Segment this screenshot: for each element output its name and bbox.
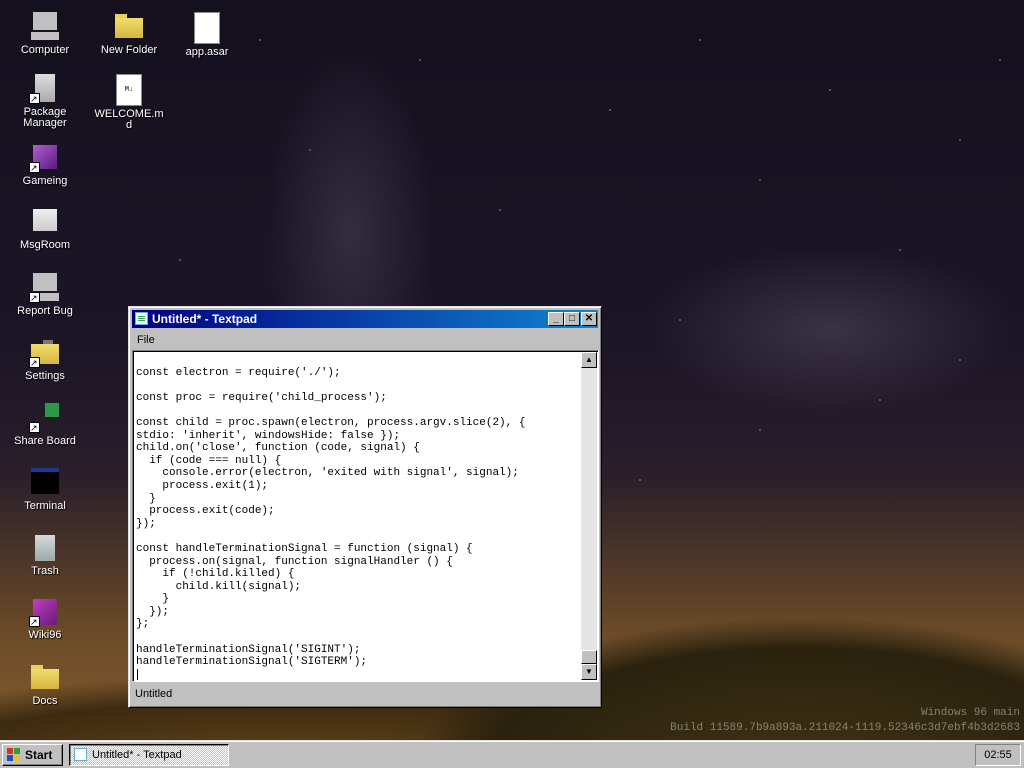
- package-icon: [29, 72, 61, 105]
- cube-icon: [29, 141, 61, 174]
- desktop-icon-settings[interactable]: Settings: [10, 336, 80, 382]
- status-text: Untitled: [135, 688, 173, 700]
- window-title: Untitled* - Textpad: [152, 312, 258, 326]
- textpad-icon: [74, 748, 87, 761]
- terminal-icon: [29, 466, 61, 498]
- help-book-icon: [29, 595, 61, 628]
- desktop-icon-new-folder[interactable]: New Folder: [94, 10, 164, 56]
- status-bar: Untitled: [132, 684, 598, 704]
- computer-icon: [29, 271, 61, 304]
- desktop-icon-report-bug[interactable]: Report Bug: [10, 271, 80, 317]
- textpad-window[interactable]: Untitled* - Textpad _ □ ✕ File const ele…: [128, 306, 602, 708]
- start-button[interactable]: Start: [2, 744, 63, 766]
- folder-icon: [29, 661, 61, 693]
- desktop-icon-label: Settings: [25, 370, 65, 382]
- desktop-icon-label: Package Manager: [23, 106, 67, 129]
- desktop-icon-label: Computer: [20, 44, 70, 56]
- textpad-icon: [135, 312, 148, 325]
- desktop-icon-welcome-md[interactable]: M↓ WELCOME.md: [94, 74, 164, 131]
- watermark-line-2: Build 11589.7b9a893a.211024-1119.52346c3…: [670, 722, 1020, 734]
- scroll-down-icon[interactable]: ▼: [581, 664, 597, 680]
- minimize-button[interactable]: _: [548, 312, 564, 326]
- text-caret: [137, 669, 138, 680]
- desktop-icon-label: Terminal: [24, 500, 66, 512]
- desktop-icon-wiki96[interactable]: Wiki96: [10, 595, 80, 641]
- build-watermark: Windows 96 main Build 11589.7b9a893a.211…: [670, 706, 1020, 736]
- share-board-icon: [29, 401, 61, 434]
- settings-folder-icon: [29, 336, 61, 369]
- desktop-icon-label: New Folder: [100, 44, 158, 56]
- system-tray-clock[interactable]: 02:55: [975, 744, 1021, 766]
- desktop-icon-gameing[interactable]: Gameing: [10, 141, 80, 187]
- desktop-icon-trash[interactable]: Trash: [10, 531, 80, 577]
- desktop-icon-label: Docs: [32, 695, 58, 707]
- desktop-icon-package-manager[interactable]: Package Manager: [10, 72, 80, 129]
- clock: 02:55: [984, 749, 1012, 761]
- desktop-icon-app-asar[interactable]: app.asar: [172, 12, 242, 58]
- folder-icon: [113, 10, 145, 42]
- desktop-icon-msgroom[interactable]: MsgRoom: [10, 205, 80, 251]
- markdown-file-icon: M↓: [116, 74, 142, 106]
- desktop-icon-terminal[interactable]: Terminal: [10, 466, 80, 512]
- start-label: Start: [25, 748, 53, 762]
- maximize-button[interactable]: □: [564, 312, 580, 326]
- desktop-icon-label: Gameing: [22, 175, 68, 187]
- desktop-icon-computer[interactable]: Computer: [10, 10, 80, 56]
- desktop-icon-label: Report Bug: [17, 305, 73, 317]
- taskbar: Start Untitled* - Textpad 02:55: [0, 740, 1024, 768]
- computer-icon: [29, 10, 61, 42]
- desktop-icon-label: app.asar: [185, 46, 229, 58]
- taskbar-item-label: Untitled* - Textpad: [92, 749, 182, 761]
- msgroom-icon: [29, 205, 61, 237]
- desktop-icon-docs[interactable]: Docs: [10, 661, 80, 707]
- vertical-scrollbar[interactable]: ▲ ▼: [581, 352, 597, 680]
- menu-bar: File: [132, 331, 598, 349]
- scroll-up-icon[interactable]: ▲: [581, 352, 597, 368]
- watermark-line-1: Windows 96 main: [920, 707, 1020, 719]
- desktop-icon-label: WELCOME.md: [94, 108, 164, 131]
- trash-icon: [29, 531, 61, 563]
- window-titlebar[interactable]: Untitled* - Textpad _ □ ✕: [132, 310, 598, 328]
- file-icon: [194, 12, 220, 44]
- taskbar-item-textpad[interactable]: Untitled* - Textpad: [69, 744, 229, 766]
- desktop-icon-share-board[interactable]: Share Board: [10, 401, 80, 447]
- text-editor[interactable]: const electron = require('./'); const pr…: [132, 350, 599, 682]
- desktop-icon-label: MsgRoom: [19, 239, 71, 251]
- desktop-icon-label: Trash: [31, 565, 59, 577]
- menu-file[interactable]: File: [137, 334, 155, 346]
- editor-content[interactable]: const electron = require('./'); const pr…: [136, 354, 578, 678]
- desktop-icon-label: Share Board: [14, 435, 76, 447]
- desktop-icon-label: Wiki96: [28, 629, 62, 641]
- close-button[interactable]: ✕: [581, 312, 597, 326]
- start-logo-icon: [7, 748, 21, 761]
- scroll-thumb[interactable]: [581, 650, 597, 664]
